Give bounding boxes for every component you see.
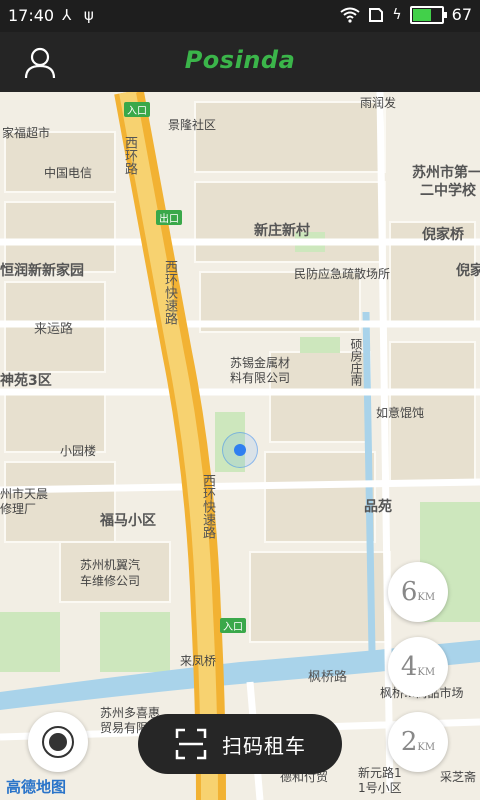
- map-label-hengrun: 恒润新新家园: [0, 263, 84, 279]
- map-label-entrance: 入口: [124, 102, 150, 117]
- map-label-shenyuan: 神苑3区: [0, 373, 52, 389]
- map-label-tianchen-2: 修理厂: [0, 502, 37, 516]
- map-label-laiyun: 来运路: [34, 322, 74, 337]
- map-label-exit: 出口: [156, 210, 182, 225]
- distance-2km-unit: KM: [417, 742, 436, 753]
- map-label-entrance-2: 入口: [220, 618, 246, 633]
- map-label-suofang: 硕房庄南: [349, 338, 363, 386]
- map-label-xihuan-expr: 西环快速路: [162, 260, 177, 325]
- map-provider-watermark: 高德地图: [6, 778, 67, 796]
- map-label-xinyuan-2: 1号小区: [358, 781, 402, 795]
- status-bar: 17:40 ⅄ ψ ϟ 67: [0, 0, 480, 32]
- map-label-school: 苏州市第一: [412, 165, 480, 181]
- scan-to-rent-button[interactable]: 扫码租车: [138, 714, 342, 774]
- map-label-jinglong: 景隆社区: [168, 118, 217, 132]
- map-label-laifengqiao: 来凤桥: [180, 654, 217, 668]
- distance-4km-unit: KM: [417, 667, 436, 678]
- map-label-china-telecom: 中国电信: [44, 166, 93, 180]
- scan-icon: [175, 728, 207, 760]
- map-label-ruyi: 如意馄饨: [376, 406, 425, 420]
- map-label-ni2: 倪家: [456, 263, 480, 279]
- map-label-xihuan: 西环路: [122, 136, 137, 175]
- map-label-jiajiafu: 家福超市: [2, 126, 51, 140]
- status-time: 17:40: [8, 6, 55, 25]
- map-label-fengqiao: 枫桥路: [308, 670, 348, 685]
- current-location-marker: [222, 432, 258, 468]
- map-label-pinyuan: 品苑: [364, 499, 392, 515]
- locate-icon-core: [49, 733, 67, 751]
- map-label-xiaoyuanlou: 小园楼: [60, 444, 97, 458]
- map-label-xihuan-expr-2: 西环快速路: [200, 474, 215, 539]
- map-label-fuma: 福马小区: [100, 513, 156, 529]
- distance-6km-button[interactable]: 6KM: [388, 562, 448, 622]
- map-label-school-2: 二中学校: [420, 183, 476, 199]
- distance-6km-number: 6: [400, 577, 418, 607]
- distance-2km-button[interactable]: 2KM: [388, 712, 448, 772]
- sim-icon: [369, 7, 384, 22]
- map-label-jinshu-2: 料有限公司: [230, 371, 291, 385]
- usb-icon: ⅄ ψ: [62, 6, 98, 24]
- map-label-ruirunfa: 雨润发: [360, 96, 397, 110]
- map-label-caizhi: 采芝斋: [440, 770, 477, 784]
- distance-4km-number: 4: [400, 652, 418, 682]
- status-right: ϟ 67: [340, 5, 472, 24]
- distance-2km-number: 2: [400, 727, 418, 757]
- charging-icon: ϟ: [392, 6, 402, 23]
- battery-icon: [409, 5, 447, 24]
- map-label-minfang: 民防应急疏散场所: [294, 267, 391, 281]
- map-label-nijiaqiao: 倪家桥: [422, 227, 464, 243]
- map-label-jiyi-2: 车维修公司: [80, 574, 141, 588]
- map-label-xinzhuang: 新庄新村: [254, 223, 310, 239]
- battery-level: 67: [451, 5, 472, 24]
- app-header: Posinda: [0, 32, 480, 92]
- app-logo: Posinda: [184, 46, 296, 74]
- scan-to-rent-label: 扫码租车: [222, 733, 306, 758]
- map-label-jiyi: 苏州机翼汽: [80, 558, 141, 572]
- distance-4km-button[interactable]: 4KM: [388, 637, 448, 697]
- locate-button[interactable]: [28, 712, 88, 772]
- battery-fill: [412, 8, 432, 21]
- wifi-icon: [340, 7, 361, 23]
- distance-6km-unit: KM: [417, 592, 436, 603]
